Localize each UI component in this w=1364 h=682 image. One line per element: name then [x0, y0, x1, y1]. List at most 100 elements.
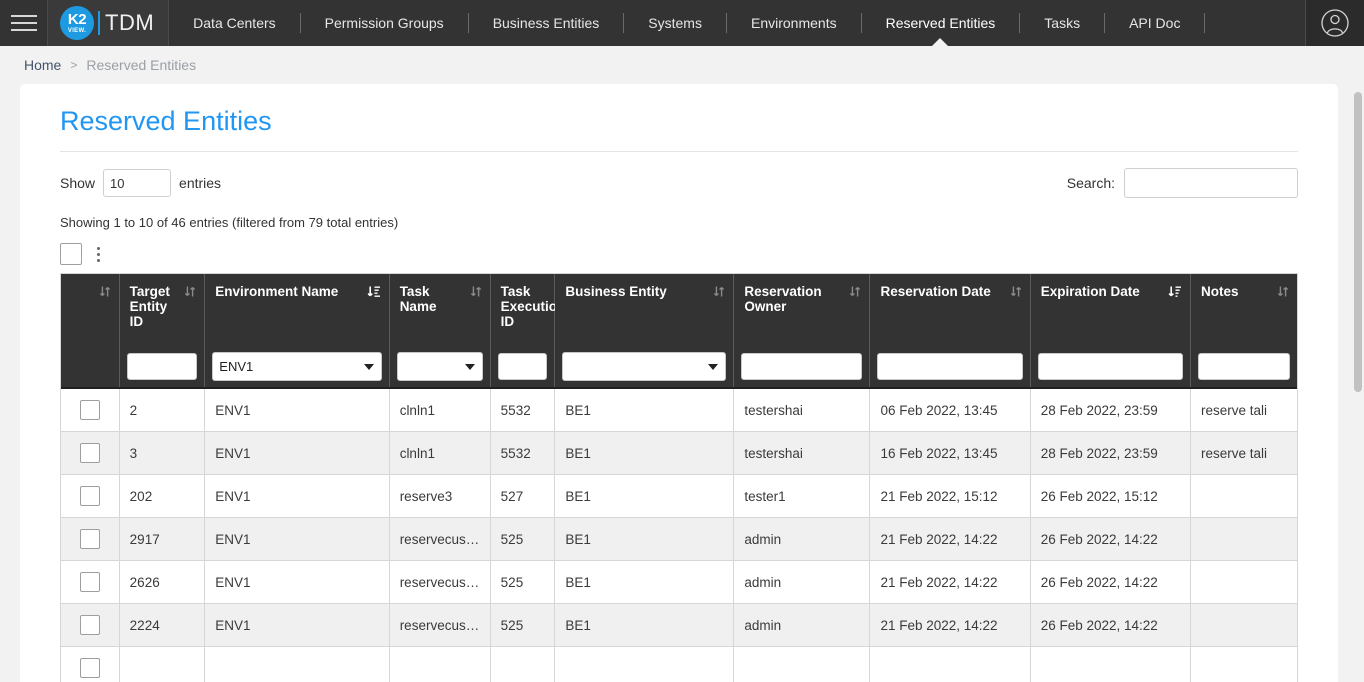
- table-row[interactable]: 3 ENV1 clnln1 5532 BE1 testershai 16 Feb…: [61, 431, 1297, 475]
- row-checkbox[interactable]: [79, 443, 100, 463]
- sort-none-icon[interactable]: [1010, 285, 1022, 298]
- filter-input-reservation-date[interactable]: [877, 353, 1023, 380]
- cell-target-entity-id: 3: [119, 431, 206, 475]
- cell-notes: [1190, 517, 1297, 561]
- cell-environment-name: [204, 646, 390, 682]
- row-select-cell[interactable]: [61, 431, 120, 475]
- reserved-entities-table: Target Entity ID Environment Name Task N…: [61, 274, 1297, 682]
- row-select-cell[interactable]: [61, 560, 120, 604]
- table-row[interactable]: 202 ENV1 reserve3 527 BE1 tester1 21 Feb…: [61, 474, 1297, 518]
- column-header-environment-name[interactable]: Environment Name: [204, 274, 390, 346]
- filter-select-environment-name[interactable]: [212, 352, 382, 381]
- cell-reservation-owner: admin: [733, 560, 871, 604]
- nav-item-tasks[interactable]: Tasks: [1020, 0, 1104, 46]
- cell-task-execution-id: 527: [490, 474, 556, 518]
- sort-none-icon[interactable]: [849, 285, 861, 298]
- cell-task-execution-id: 5532: [490, 431, 556, 475]
- table-row[interactable]: [61, 646, 1297, 682]
- cell-reservation-owner: testershai: [733, 431, 871, 475]
- search-label: Search:: [1066, 175, 1115, 191]
- row-checkbox[interactable]: [79, 400, 100, 420]
- row-select-cell[interactable]: [61, 474, 120, 518]
- filter-input-notes[interactable]: [1197, 353, 1290, 380]
- nav-item-business-entities[interactable]: Business Entities: [469, 0, 624, 46]
- breadcrumb-current: Reserved Entities: [86, 57, 197, 73]
- row-checkbox[interactable]: [79, 658, 100, 678]
- column-label-expiration-date: Expiration Date: [1040, 284, 1140, 299]
- table-row[interactable]: 2917 ENV1 reservecustom 525 BE1 admin 21…: [61, 517, 1297, 561]
- filter-select-business-entity[interactable]: [562, 352, 727, 381]
- row-checkbox[interactable]: [79, 572, 100, 592]
- filter-input-reservation-owner[interactable]: [741, 353, 863, 380]
- column-header-business-entity[interactable]: Business Entity: [554, 274, 735, 346]
- cell-expiration-date: 28 Feb 2022, 23:59: [1030, 388, 1191, 432]
- filter-cell-environment-name: [204, 346, 390, 389]
- cell-business-entity: BE1: [554, 474, 735, 518]
- table-row[interactable]: 2 ENV1 clnln1 5532 BE1 testershai 06 Feb…: [61, 388, 1297, 432]
- cell-business-entity: BE1: [554, 603, 735, 647]
- sort-descending-icon[interactable]: [1168, 285, 1182, 298]
- filter-cell-task-name: [389, 346, 491, 389]
- column-header-reservation-date[interactable]: Reservation Date: [869, 274, 1031, 346]
- cell-notes: [1190, 603, 1297, 647]
- sort-none-icon[interactable]: [470, 285, 482, 298]
- entries-per-page-input[interactable]: [103, 169, 172, 197]
- row-checkbox[interactable]: [79, 529, 100, 549]
- column-header-notes[interactable]: Notes: [1190, 274, 1297, 346]
- cell-target-entity-id: 2626: [119, 560, 206, 604]
- table-row[interactable]: 2224 ENV1 reservecustom 525 BE1 admin 21…: [61, 603, 1297, 647]
- sort-none-icon[interactable]: [713, 285, 725, 298]
- column-header-target-entity-id[interactable]: Target Entity ID: [119, 274, 206, 346]
- filter-input-task-execution-id[interactable]: [497, 353, 548, 380]
- nav-item-environments[interactable]: Environments: [727, 0, 861, 46]
- user-avatar-button[interactable]: [1305, 0, 1364, 46]
- cell-environment-name: ENV1: [204, 603, 390, 647]
- kebab-menu-icon[interactable]: [91, 245, 106, 264]
- nav-item-systems[interactable]: Systems: [624, 0, 726, 46]
- page-scrollbar-thumb[interactable]: [1354, 92, 1362, 392]
- row-checkbox[interactable]: [79, 615, 100, 635]
- cell-reservation-owner: admin: [733, 517, 871, 561]
- page-scrollbar[interactable]: [1352, 84, 1364, 682]
- show-label: Show: [60, 175, 96, 191]
- row-select-cell[interactable]: [61, 603, 120, 647]
- column-header-expiration-date[interactable]: Expiration Date: [1030, 274, 1191, 346]
- nav-item-data-centers[interactable]: Data Centers: [169, 0, 299, 46]
- row-select-cell[interactable]: [61, 388, 120, 432]
- search-input[interactable]: [1124, 168, 1298, 198]
- filter-input-target-entity-id[interactable]: [126, 353, 198, 380]
- row-checkbox[interactable]: [79, 486, 100, 506]
- page-wrapper: Reserved Entities Show entries Search: S…: [0, 84, 1364, 682]
- nav-item-api-doc[interactable]: API Doc: [1105, 0, 1204, 46]
- nav-item-reserved-entities[interactable]: Reserved Entities: [862, 0, 1020, 46]
- brand-title: TDM: [105, 10, 155, 35]
- brand-logo[interactable]: K2 VIEW. TDM: [48, 0, 170, 46]
- breadcrumb-home-link[interactable]: Home: [24, 57, 61, 73]
- hamburger-menu-icon[interactable]: [0, 0, 48, 46]
- nav-item-permission-groups[interactable]: Permission Groups: [301, 0, 468, 46]
- cell-task-name: reservecustom: [389, 560, 491, 604]
- logo-view-text: VIEW.: [67, 28, 87, 34]
- sort-none-icon[interactable]: [184, 285, 196, 298]
- sort-ascending-icon[interactable]: [367, 285, 381, 298]
- column-header-reservation-owner[interactable]: Reservation Owner: [733, 274, 871, 346]
- column-header-task-execution-id[interactable]: Task Execution ID: [490, 274, 585, 346]
- cell-environment-name: ENV1: [204, 388, 390, 432]
- cell-task-name: reservecustom: [389, 517, 491, 561]
- k2view-logo-icon: K2 VIEW.: [60, 6, 94, 40]
- sort-none-icon[interactable]: [1277, 285, 1289, 298]
- filter-select-task-name[interactable]: [396, 352, 483, 381]
- column-header-select[interactable]: [61, 274, 120, 346]
- cell-notes: reserve tali: [1190, 431, 1297, 475]
- table-row[interactable]: 2626 ENV1 reservecustom 525 BE1 admin 21…: [61, 560, 1297, 604]
- row-select-cell[interactable]: [61, 517, 120, 561]
- show-entries-control: Show entries: [60, 169, 229, 197]
- user-avatar-icon: [1321, 9, 1349, 37]
- column-header-task-name[interactable]: Task Name: [389, 274, 491, 346]
- filter-input-expiration-date[interactable]: [1037, 353, 1183, 380]
- select-all-checkbox[interactable]: [60, 243, 82, 265]
- cell-task-execution-id: 525: [490, 517, 556, 561]
- row-select-cell[interactable]: [61, 646, 120, 682]
- column-label-environment-name: Environment Name: [215, 284, 339, 299]
- sort-none-icon[interactable]: [99, 285, 111, 298]
